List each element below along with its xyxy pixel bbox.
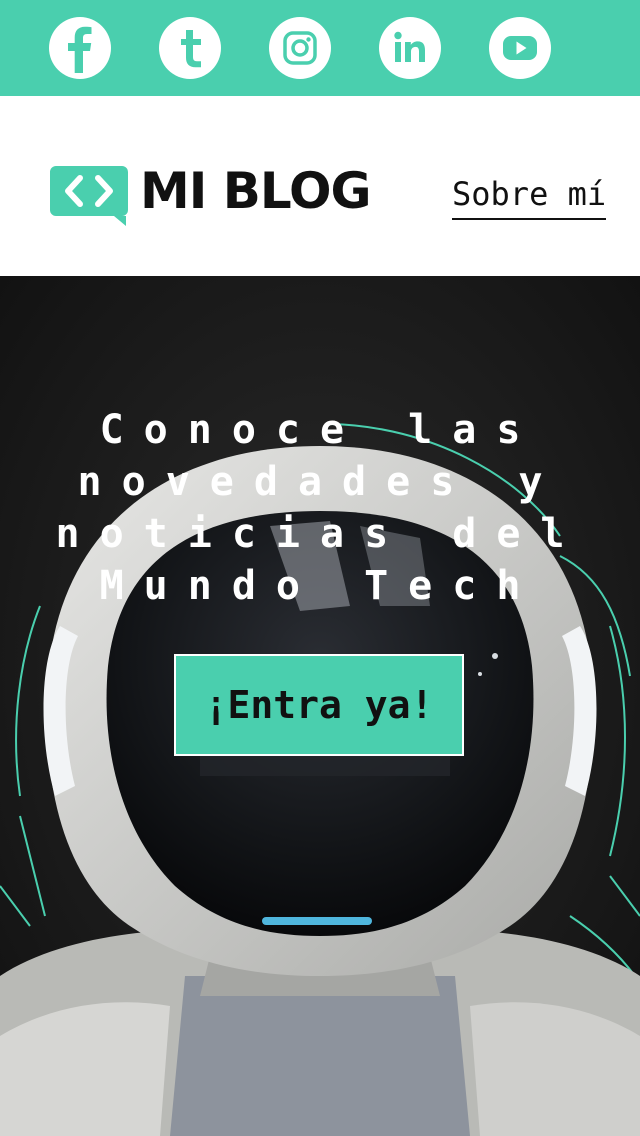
facebook-icon[interactable]: [49, 17, 111, 79]
linkedin-icon[interactable]: [379, 17, 441, 79]
hero-title: Conoce las novedades y noticias del Mund…: [55, 407, 585, 609]
nav-sobre-mi[interactable]: Sobre mí: [452, 172, 607, 220]
code-bubble-icon[interactable]: [50, 164, 130, 228]
youtube-icon[interactable]: [489, 17, 551, 79]
hero-section: Conoce las novedades y noticias del Mund…: [0, 276, 640, 1136]
instagram-icon[interactable]: [269, 17, 331, 79]
social-bar: [0, 0, 640, 96]
twitter-icon[interactable]: [159, 17, 221, 79]
cta-button[interactable]: ¡Entra ya!: [174, 654, 464, 756]
logo-text[interactable]: MI BLOG: [140, 158, 371, 224]
